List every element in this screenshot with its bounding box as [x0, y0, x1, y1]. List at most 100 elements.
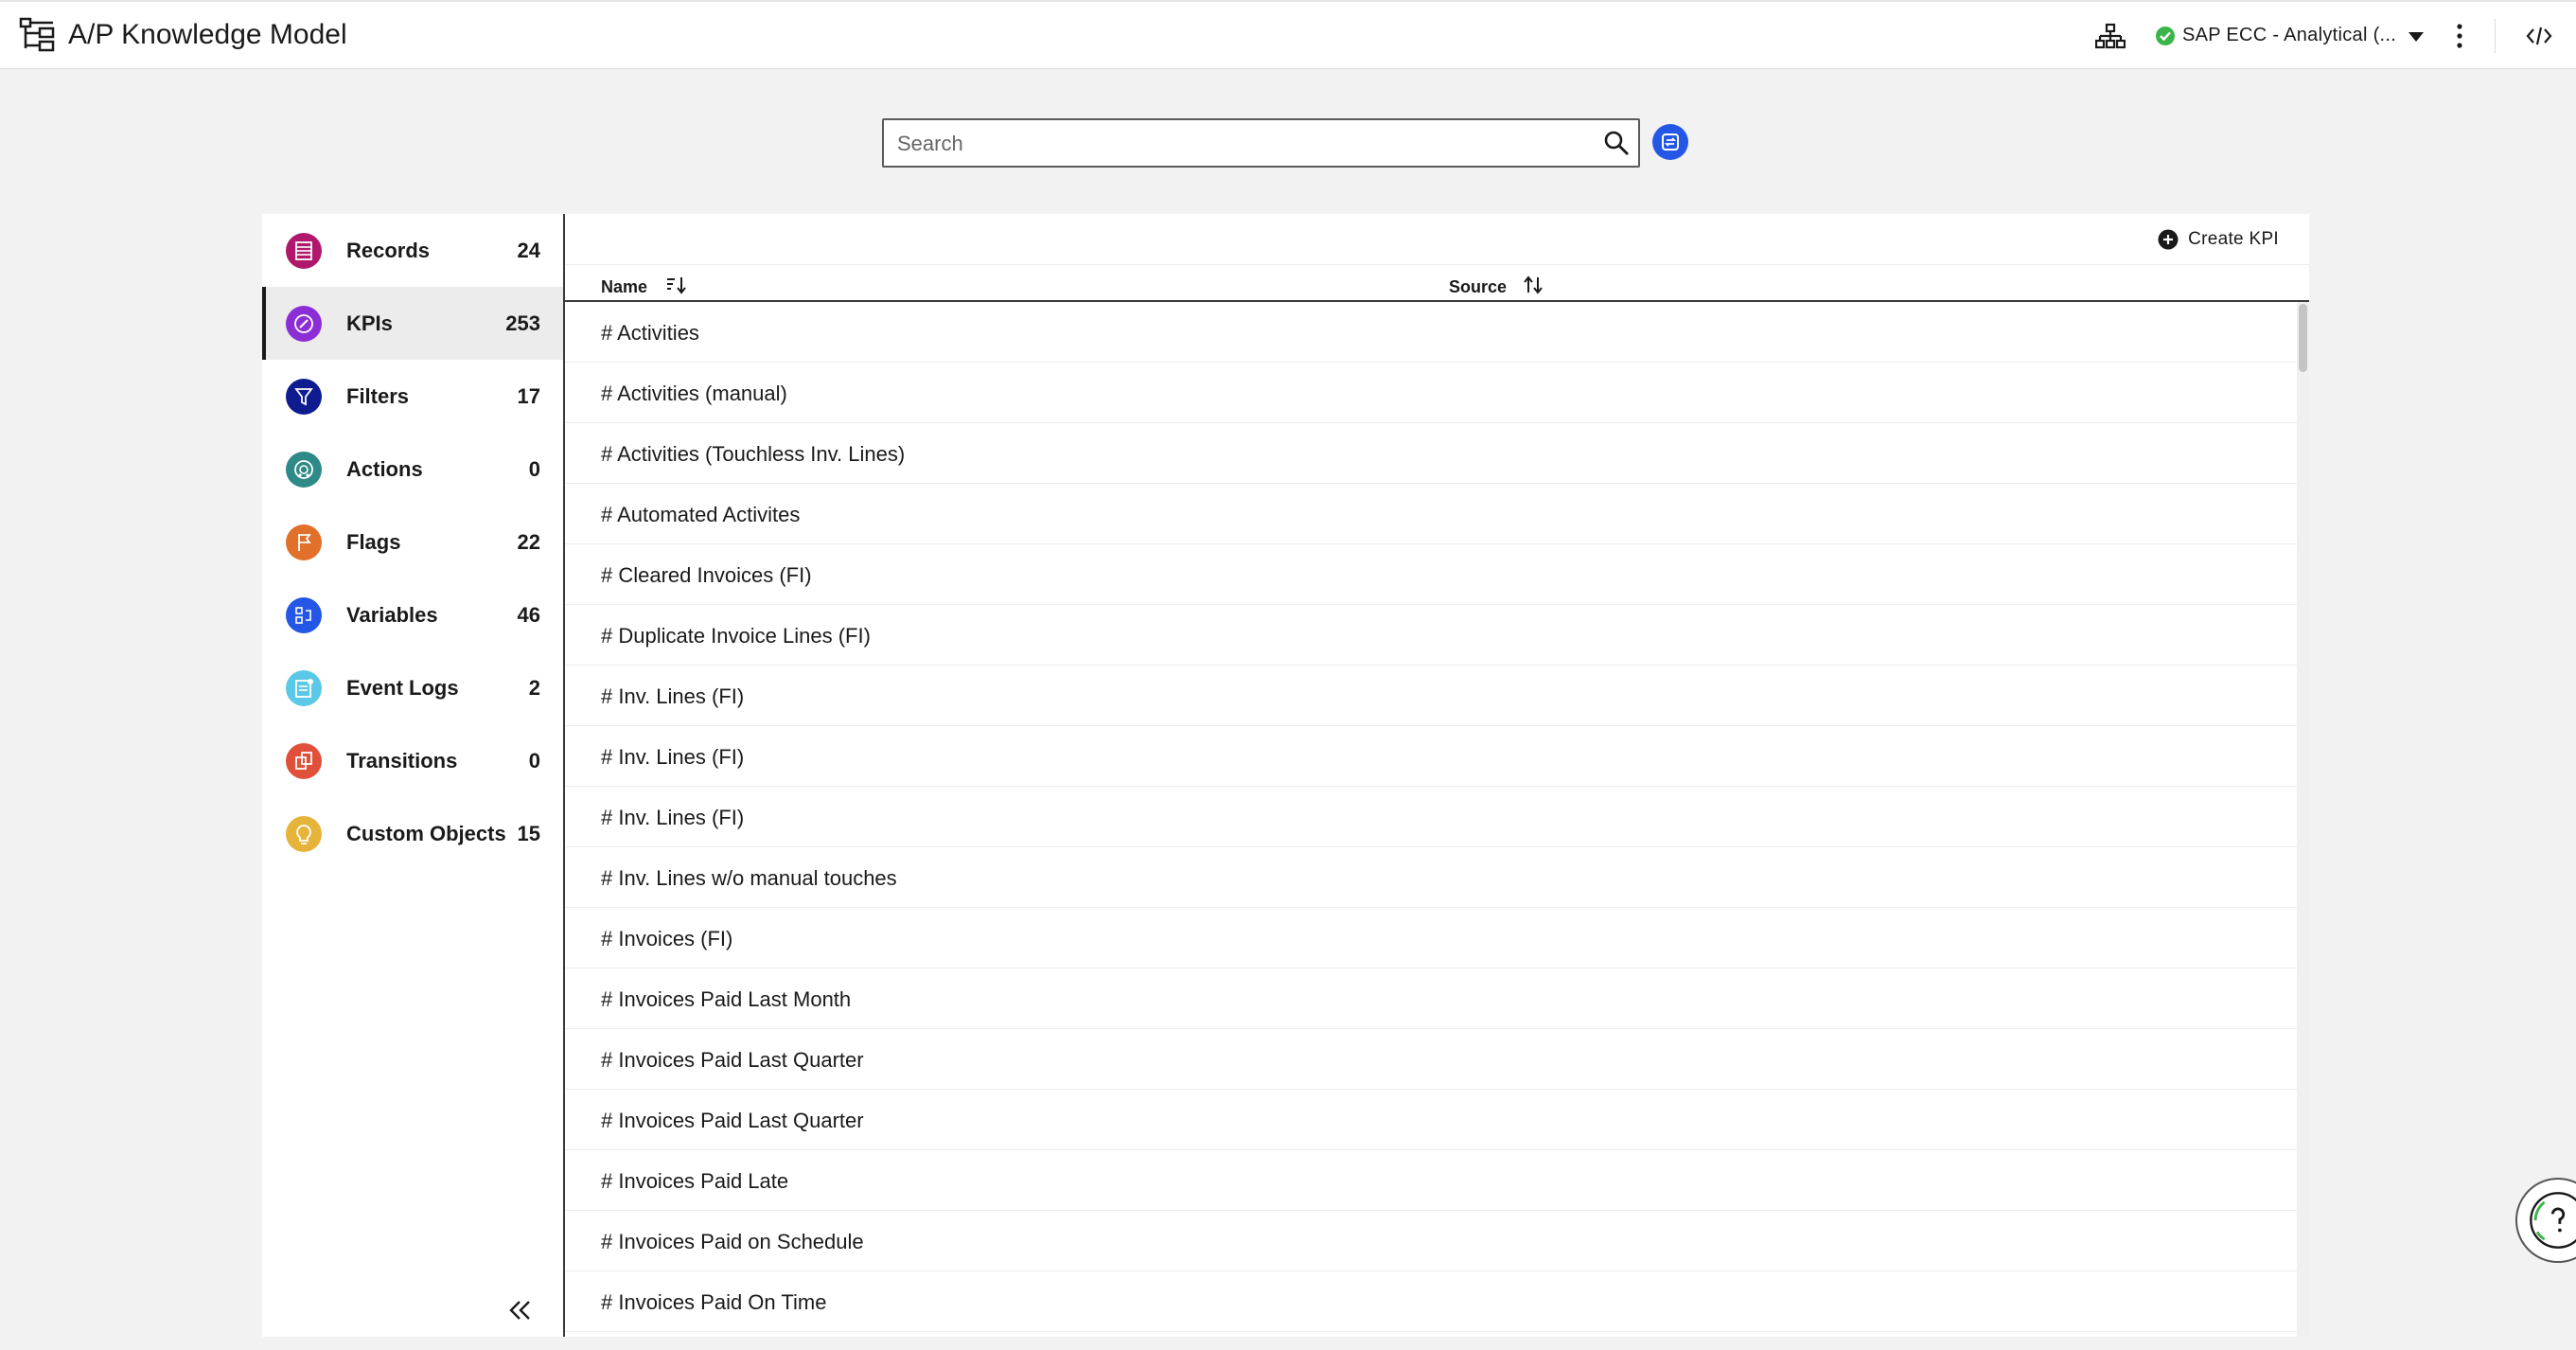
table-row[interactable]: # Invoices Paid Late: [565, 1150, 2297, 1211]
header-divider: [2495, 19, 2496, 53]
table-row[interactable]: # Duplicate Invoice Lines (FI): [565, 605, 2297, 666]
kpi-name: # Invoices (FI): [601, 927, 733, 950]
kpi-name: # Invoices Paid Last Month: [601, 987, 852, 1011]
sidebar-item-label: KPIs: [346, 311, 393, 335]
sidebar-item-count: 0: [528, 457, 540, 481]
table-row[interactable]: # Invoices (FI): [565, 908, 2297, 968]
table-row[interactable]: # Cleared Invoices (FI): [565, 544, 2297, 605]
table-row[interactable]: # Activities (manual): [565, 363, 2297, 423]
data-source-selector[interactable]: SAP ECC - Analytical (...: [2182, 25, 2396, 46]
variables-icon: [286, 597, 322, 633]
sidebar-item-records[interactable]: Records 24: [262, 214, 563, 287]
sidebar-item-count: 0: [528, 749, 540, 773]
kpi-name: # Activities (manual): [601, 382, 787, 405]
search-box: [882, 118, 1640, 168]
sync-button[interactable]: [1652, 124, 1688, 160]
kpi-name: # Invoices Paid Last Quarter: [601, 1048, 864, 1072]
hierarchy-icon[interactable]: [2095, 23, 2126, 49]
flag-icon: [286, 524, 322, 560]
filter-icon: [286, 379, 322, 415]
sidebar-item-label: Transitions: [346, 749, 458, 773]
kpi-name: # Inv. Lines (FI): [601, 745, 745, 769]
sidebar-item-actions[interactable]: Actions 0: [262, 433, 563, 506]
sidebar-item-flags[interactable]: Flags 22: [262, 506, 563, 578]
kpi-name: # Duplicate Invoice Lines (FI): [601, 624, 871, 648]
column-header-source[interactable]: Source: [1449, 277, 1507, 297]
sidebar-item-count: 46: [517, 603, 540, 627]
sidebar: Records 24 KPIs 253 Filters 17 Actions 0…: [262, 214, 563, 1337]
sidebar-item-event-logs[interactable]: Event Logs 2: [262, 651, 563, 724]
table-row[interactable]: # Inv. Lines (FI): [565, 666, 2297, 726]
table-row[interactable]: # Inv. Lines (FI): [565, 787, 2297, 847]
create-kpi-button[interactable]: Create KPI: [2158, 225, 2279, 254]
kpi-name: # Activities (Touchless Inv. Lines): [601, 442, 906, 466]
sidebar-item-filters[interactable]: Filters 17: [262, 360, 563, 433]
sidebar-item-count: 2: [528, 676, 540, 700]
kpi-name: # Automated Activites: [601, 503, 801, 526]
sort-toggle-icon[interactable]: [1523, 275, 1544, 294]
page-title: A/P Knowledge Model: [68, 19, 347, 50]
sidebar-item-count: 17: [517, 384, 540, 408]
sidebar-item-label: Filters: [346, 384, 410, 408]
app-header: A/P Knowledge Model SAP ECC - Analytical…: [0, 0, 2576, 69]
more-options-icon[interactable]: [2450, 23, 2469, 49]
create-kpi-label: Create KPI: [2188, 229, 2279, 249]
table-row[interactable]: # Inv. Lines (FI): [565, 726, 2297, 787]
scrollbar-thumb[interactable]: [2299, 304, 2307, 372]
plus-circle-icon: [2158, 229, 2179, 250]
kpi-name: # Invoices Paid on Schedule: [601, 1230, 864, 1253]
table-row[interactable]: # Inv. Lines w/o manual touches: [565, 847, 2297, 908]
caret-down-icon[interactable]: [2408, 31, 2425, 43]
actions-icon: [286, 452, 322, 488]
table-row[interactable]: # Activities (Touchless Inv. Lines): [565, 423, 2297, 484]
kpi-name: # Inv. Lines (FI): [601, 806, 745, 829]
sidebar-item-kpis[interactable]: KPIs 253: [262, 287, 563, 360]
help-button[interactable]: [2515, 1178, 2576, 1263]
column-header-name[interactable]: Name: [601, 277, 647, 297]
check-circle-icon: [2156, 27, 2175, 45]
table-row[interactable]: # Invoices Paid Last Month: [565, 968, 2297, 1029]
table-row[interactable]: # Invoices Paid Last Quarter: [565, 1090, 2297, 1150]
collapse-sidebar-icon[interactable]: [506, 1297, 535, 1323]
kpi-compass-icon: [286, 306, 322, 342]
kpi-name: # Activities: [601, 321, 699, 345]
kpi-table-body: # Activities # Activities (manual) # Act…: [565, 302, 2297, 1337]
table-row[interactable]: # Automated Activites: [565, 484, 2297, 544]
sidebar-item-count: 15: [517, 822, 540, 845]
table-row[interactable]: # Invoices Paid Last Quarter: [565, 1029, 2297, 1090]
code-view-icon[interactable]: [2525, 25, 2553, 47]
sort-descending-icon[interactable]: [665, 275, 688, 294]
help-icon: [2530, 1192, 2576, 1249]
event-logs-icon: [286, 670, 322, 706]
sidebar-item-label: Custom Objects: [346, 822, 506, 845]
kpi-name: # Cleared Invoices (FI): [601, 563, 812, 587]
search-icon[interactable]: [1603, 130, 1630, 156]
table-row[interactable]: # Invoices Paid On Time: [565, 1271, 2297, 1332]
scrollbar[interactable]: [2297, 302, 2309, 1337]
kpi-list-panel: Create KPI Name Source # Activities # Ac…: [565, 214, 2309, 1337]
kpi-name: # Invoices Paid Last Quarter: [601, 1109, 864, 1132]
sidebar-item-label: Flags: [346, 530, 401, 554]
sidebar-item-label: Actions: [346, 457, 423, 481]
sync-icon: [1662, 133, 1679, 151]
sidebar-item-variables[interactable]: Variables 46: [262, 578, 563, 651]
table-row[interactable]: # Invoices Paid on Schedule: [565, 1211, 2297, 1271]
search-input[interactable]: [897, 130, 1560, 158]
sidebar-item-custom-objects[interactable]: Custom Objects 15: [262, 797, 563, 870]
sidebar-item-count: 253: [505, 311, 540, 335]
table-row[interactable]: # Activities: [565, 302, 2297, 363]
sidebar-item-transitions[interactable]: Transitions 0: [262, 724, 563, 797]
sidebar-item-count: 24: [517, 239, 540, 262]
sidebar-item-label: Records: [346, 239, 431, 262]
knowledge-model-icon: [19, 17, 55, 52]
kpi-name: # Invoices Paid Late: [601, 1169, 789, 1193]
sidebar-item-label: Variables: [346, 603, 438, 627]
records-icon: [286, 233, 322, 269]
kpi-name: # Inv. Lines w/o manual touches: [601, 866, 897, 890]
transitions-icon: [286, 743, 322, 779]
sidebar-item-count: 22: [517, 530, 540, 554]
kpi-name: # Invoices Paid On Time: [601, 1290, 827, 1314]
table-header: Name Source: [565, 264, 2309, 302]
sidebar-item-label: Event Logs: [346, 676, 459, 700]
kpi-name: # Inv. Lines (FI): [601, 684, 745, 708]
